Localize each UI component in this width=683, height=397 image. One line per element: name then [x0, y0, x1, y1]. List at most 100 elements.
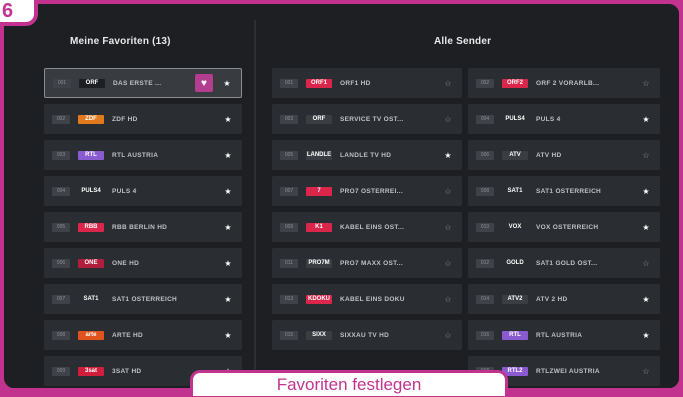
star-icon[interactable]: ☆	[442, 187, 454, 196]
star-icon[interactable]: ☆	[640, 367, 652, 376]
star-icon[interactable]: ★	[222, 223, 234, 232]
star-icon[interactable]: ☆	[442, 115, 454, 124]
star-icon[interactable]: ☆	[640, 259, 652, 268]
channel-name: PRO7 MAXX ÖST...	[340, 259, 403, 267]
channel-name: ZDF HD	[112, 115, 138, 123]
channel-row[interactable]: 004 PULS4 PULS 4 ★	[468, 104, 660, 134]
channel-logo: ORF1	[306, 78, 332, 88]
channel-number: 002	[476, 78, 494, 88]
step-badge: 6	[0, 0, 38, 26]
channel-logo: ORF2	[502, 78, 528, 88]
channel-row[interactable]: 012 GOLD SAT1 GOLD ÖST... ☆	[468, 248, 660, 278]
channel-number: 001	[280, 78, 298, 88]
channel-logo: ONE	[78, 258, 104, 268]
star-icon[interactable]: ★	[640, 115, 652, 124]
channel-row[interactable]: 016 RTL RTL AUSTRIA ★	[468, 320, 660, 350]
channel-logo: VOX	[502, 222, 528, 232]
channel-number: 003	[52, 150, 70, 160]
channel-row[interactable]: 013 KDOKU KABEL EINS DOKU ☆	[272, 284, 462, 314]
all-channels-title: Alle Sender	[434, 36, 492, 47]
channel-row[interactable]: 011 PRO7M PRO7 MAXX ÖST... ☆	[272, 248, 462, 278]
channel-logo: SIXX	[306, 330, 332, 340]
channel-row[interactable]: 002 ZDF ZDF HD ★	[44, 104, 242, 134]
channel-row[interactable]: 005 RBB RBB BERLIN HD ★	[44, 212, 242, 242]
channel-row[interactable]: 001 ORF DAS ERSTE ... ♥ ★	[44, 68, 242, 98]
channel-row[interactable]: 003 ORF SERVICE TV ÖST... ☆	[272, 104, 462, 134]
channel-logo: LÄNDLE	[306, 150, 332, 160]
channel-number: 002	[52, 114, 70, 124]
channel-name: ORF1 HD	[340, 79, 371, 87]
star-icon[interactable]: ★	[222, 295, 234, 304]
channel-logo: GOLD	[502, 258, 528, 268]
channel-logo: K1	[306, 222, 332, 232]
star-icon[interactable]: ☆	[640, 79, 652, 88]
channel-number: 016	[476, 330, 494, 340]
channel-logo: arte	[78, 330, 104, 340]
star-icon[interactable]: ☆	[442, 259, 454, 268]
channel-logo: 7	[306, 186, 332, 196]
channel-number: 006	[52, 258, 70, 268]
channel-row[interactable]: 015 SIXX SIXXAU TV HD ☆	[272, 320, 462, 350]
star-icon[interactable]: ☆	[640, 151, 652, 160]
channel-number: 005	[52, 222, 70, 232]
star-icon[interactable]: ★	[222, 331, 234, 340]
channel-name: ATV HD	[536, 151, 562, 159]
channel-number: 006	[476, 150, 494, 160]
all-channels-panel: Alle Sender 001 ORF1 ORF1 HD ☆ 003 ORF SERVICE…	[260, 8, 679, 388]
channel-logo: SAT1	[78, 294, 104, 304]
channel-name: LÄNDLE TV HD	[340, 151, 392, 159]
channel-row[interactable]: 003 RTL RTL AUSTRIA ★	[44, 140, 242, 170]
channel-name: RBB BERLIN HD	[112, 223, 168, 231]
channel-logo: RBB	[78, 222, 104, 232]
channel-row[interactable]: 007 SAT1 SAT1 ÖSTERREICH ★	[44, 284, 242, 314]
channel-name: RTL AUSTRIA	[536, 331, 583, 339]
channel-number: 010	[476, 222, 494, 232]
channel-row[interactable]: 006 ATV ATV HD ☆	[468, 140, 660, 170]
channel-row[interactable]: 007 7 PRO7 ÖSTERREI... ☆	[272, 176, 462, 206]
channel-logo: PULS4	[78, 186, 104, 196]
star-icon[interactable]: ★	[222, 259, 234, 268]
channel-name: PULS 4	[112, 187, 137, 195]
channel-number: 005	[280, 150, 298, 160]
star-icon[interactable]: ★	[221, 79, 233, 88]
channel-logo: RTL	[78, 150, 104, 160]
channel-number: 011	[280, 258, 298, 268]
channel-number: 008	[476, 186, 494, 196]
favorites-panel: Meine Favoriten (13) 001 ORF DAS ERSTE ...…	[8, 8, 254, 388]
star-icon[interactable]: ★	[222, 151, 234, 160]
channel-row[interactable]: 005 LÄNDLE LÄNDLE TV HD ★	[272, 140, 462, 170]
column-divider	[254, 20, 256, 388]
channel-name: SAT1 GOLD ÖST...	[536, 259, 598, 267]
channel-row[interactable]: 009 K1 KABEL EINS ÖST... ☆	[272, 212, 462, 242]
star-icon[interactable]: ★	[640, 187, 652, 196]
channel-name: KABEL EINS DOKU	[340, 295, 405, 303]
channel-row[interactable]: 001 ORF1 ORF1 HD ☆	[272, 68, 462, 98]
favorites-title: Meine Favoriten (13)	[70, 36, 171, 47]
star-icon[interactable]: ★	[640, 295, 652, 304]
star-icon[interactable]: ★	[222, 115, 234, 124]
channel-row[interactable]: 004 PULS4 PULS 4 ★	[44, 176, 242, 206]
star-icon[interactable]: ☆	[442, 295, 454, 304]
star-icon[interactable]: ☆	[442, 79, 454, 88]
star-icon[interactable]: ★	[222, 187, 234, 196]
channel-logo: ATV	[502, 150, 528, 160]
channel-row[interactable]: 008 SAT1 SAT1 ÖSTERREICH ★	[468, 176, 660, 206]
star-icon[interactable]: ☆	[442, 223, 454, 232]
channel-logo: ORF	[306, 114, 332, 124]
channel-row[interactable]: 006 ONE ONE HD ★	[44, 248, 242, 278]
channel-row[interactable]: 010 VOX VOX ÖSTERREICH ★	[468, 212, 660, 242]
channel-number: 013	[280, 294, 298, 304]
channel-logo: 3sat	[78, 366, 104, 376]
star-icon[interactable]: ★	[640, 331, 652, 340]
favorite-toggle-icon[interactable]: ♥	[195, 74, 213, 92]
channel-number: 009	[280, 222, 298, 232]
channel-row[interactable]: 008 arte ARTE HD ★	[44, 320, 242, 350]
channel-row[interactable]: 014 ATV2 ATV 2 HD ★	[468, 284, 660, 314]
star-icon[interactable]: ★	[442, 151, 454, 160]
channel-number: 009	[52, 366, 70, 376]
star-icon[interactable]: ☆	[442, 331, 454, 340]
star-icon[interactable]: ★	[640, 223, 652, 232]
channel-number: 004	[476, 114, 494, 124]
channel-name: SAT1 ÖSTERREICH	[112, 295, 178, 303]
channel-row[interactable]: 002 ORF2 ORF 2 VORARLB... ☆	[468, 68, 660, 98]
